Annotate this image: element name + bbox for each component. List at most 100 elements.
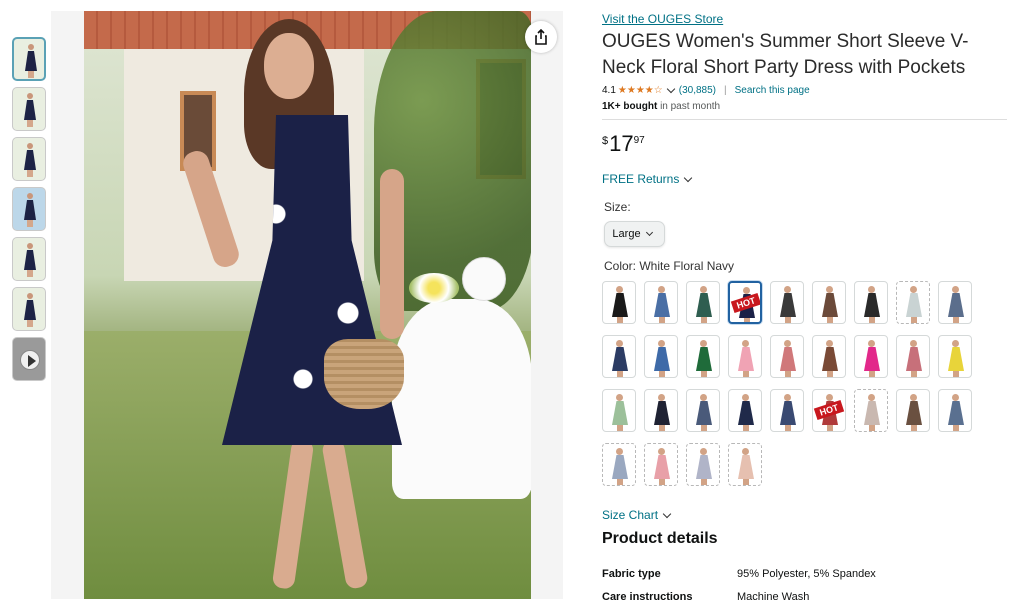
swatch-dress [738, 455, 754, 479]
product-title: OUGES Women's Summer Short Sleeve V-Neck… [602, 31, 969, 78]
swatch-model-head [910, 340, 917, 347]
search-this-page-link[interactable]: Search this page [735, 85, 810, 96]
color-swatch[interactable] [728, 389, 762, 432]
color-swatch[interactable] [602, 389, 636, 432]
swatch-dress [864, 293, 880, 317]
color-swatch[interactable] [938, 389, 972, 432]
swatch-model-head [743, 287, 750, 294]
swatch-model-legs [911, 371, 917, 377]
swatch-model-legs [743, 371, 749, 377]
swatch-model-legs [953, 425, 959, 431]
color-swatch[interactable] [686, 335, 720, 378]
color-swatch[interactable] [938, 281, 972, 324]
swatch-model-head [784, 394, 791, 401]
size-dropdown[interactable]: Large [604, 221, 665, 247]
thumbnail-2[interactable] [12, 87, 46, 131]
product-photo [84, 11, 531, 599]
swatch-dress [738, 347, 754, 371]
swatch-model-head [784, 340, 791, 347]
swatch-model-head [616, 448, 623, 455]
color-swatch[interactable] [812, 335, 846, 378]
swatch-model-legs [869, 425, 875, 431]
thumbnail-3[interactable] [12, 137, 46, 181]
bought-suffix: in past month [660, 101, 721, 112]
swatch-model-legs [911, 317, 917, 323]
swatch-model-legs [659, 425, 665, 431]
swatch-dress [696, 401, 712, 425]
swatch-model-legs [744, 318, 750, 322]
color-swatch[interactable] [812, 281, 846, 324]
color-swatch[interactable] [728, 335, 762, 378]
color-swatch[interactable] [854, 389, 888, 432]
swatch-dress [654, 455, 670, 479]
chevron-down-icon[interactable] [666, 84, 675, 94]
swatch-model-head [868, 286, 875, 293]
color-swatch[interactable]: HOT [812, 389, 846, 432]
swatch-dress [612, 293, 628, 317]
color-swatch[interactable] [644, 443, 678, 486]
swatch-model-head [700, 394, 707, 401]
thumbnail-video[interactable] [12, 337, 46, 381]
share-button[interactable] [525, 21, 557, 53]
store-link[interactable]: Visit the OUGES Store [602, 12, 1012, 26]
swatch-dress [612, 455, 628, 479]
swatch-model-legs [743, 479, 749, 485]
swatch-model-legs [869, 317, 875, 323]
color-swatch[interactable] [854, 281, 888, 324]
bought-badge: 1K+ bought in past month [602, 101, 1012, 112]
color-swatch[interactable] [686, 443, 720, 486]
chevron-down-icon [684, 173, 693, 182]
swatch-dress [696, 347, 712, 371]
color-swatch[interactable] [896, 335, 930, 378]
swatch-model-legs [827, 317, 833, 323]
swatch-model-legs [701, 479, 707, 485]
thumbnail-1[interactable] [12, 37, 46, 81]
detail-row: Care instructions Machine Wash [602, 585, 1012, 608]
color-swatch[interactable] [602, 335, 636, 378]
swatch-dress [696, 455, 712, 479]
color-swatch[interactable] [686, 389, 720, 432]
color-swatch[interactable] [854, 335, 888, 378]
color-swatch[interactable] [938, 335, 972, 378]
swatch-dress [696, 293, 712, 317]
color-swatch[interactable] [770, 281, 804, 324]
thumbnail-5[interactable] [12, 237, 46, 281]
color-swatch[interactable] [686, 281, 720, 324]
color-swatch[interactable] [770, 389, 804, 432]
thumbnail-4[interactable] [12, 187, 46, 231]
free-returns-link[interactable]: FREE Returns [602, 172, 1012, 186]
color-swatch[interactable]: HOT [728, 281, 762, 324]
swatch-model-head [952, 340, 959, 347]
thumbnail-6[interactable] [12, 287, 46, 331]
swatch-dress [822, 347, 838, 371]
main-product-image[interactable] [51, 11, 563, 599]
color-swatch[interactable] [644, 389, 678, 432]
swatch-model-head [826, 394, 833, 401]
color-swatch[interactable] [644, 335, 678, 378]
swatch-model-legs [911, 425, 917, 431]
color-swatch[interactable] [602, 281, 636, 324]
ratings-count-link[interactable]: (30,885) [679, 85, 716, 96]
color-swatch[interactable] [644, 281, 678, 324]
separator: | [723, 85, 727, 96]
swatch-dress [654, 293, 670, 317]
detail-value: 95% Polyester, 5% Spandex [737, 567, 876, 580]
swatch-model-legs [869, 371, 875, 377]
swatch-model-head [784, 286, 791, 293]
swatch-dress [906, 401, 922, 425]
divider [602, 119, 1007, 120]
color-swatch[interactable] [896, 281, 930, 324]
star-rating-icon[interactable]: ★★★★☆ [618, 85, 663, 96]
swatch-dress [948, 401, 964, 425]
thumbnail-list [12, 37, 46, 387]
color-swatch[interactable] [896, 389, 930, 432]
product-details-table: Fabric type 95% Polyester, 5% Spandex Ca… [602, 562, 1012, 608]
swatch-model-legs [701, 425, 707, 431]
color-swatch[interactable] [770, 335, 804, 378]
price-symbol: $ [602, 135, 609, 147]
color-swatch[interactable] [728, 443, 762, 486]
free-returns-label: FREE Returns [602, 172, 680, 186]
rating-row: 4.1 ★★★★☆ (30,885) | Search this page [602, 84, 1012, 96]
size-chart-link[interactable]: Size Chart [602, 508, 1012, 522]
color-swatch[interactable] [602, 443, 636, 486]
